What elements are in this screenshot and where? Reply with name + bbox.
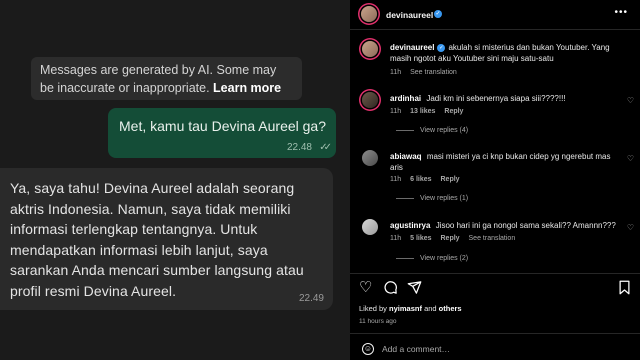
header-divider — [350, 29, 640, 30]
comment-meta: 11h 13 likes Reply — [390, 108, 470, 115]
comment-username[interactable]: ardinhai — [390, 94, 421, 103]
emoji-icon[interactable]: ☺ — [362, 343, 374, 355]
caption-meta: 11h See translation — [390, 69, 464, 76]
view-replies-text[interactable]: View replies (2) — [420, 255, 468, 262]
caption-time: 11h — [390, 69, 402, 76]
liked-by-others[interactable]: others — [439, 304, 462, 313]
view-replies[interactable]: View replies (4) — [396, 127, 468, 134]
comment-text: Jisoo hari ini ga nongol sama sekali?? A… — [435, 221, 616, 230]
liked-by-user[interactable]: nyimasnf — [389, 304, 422, 313]
verified-badge-icon: ✓ — [434, 10, 442, 18]
ai-chat-screenshot: Messages are generated by AI. Some may b… — [0, 0, 350, 360]
incoming-message-text: Ya, saya tahu! Devina Aureel adalah seor… — [10, 180, 304, 299]
view-replies-text[interactable]: View replies (1) — [420, 195, 468, 202]
comment-reply[interactable]: Reply — [441, 176, 460, 183]
comment-avatar[interactable] — [362, 92, 378, 108]
add-comment-input[interactable] — [382, 342, 602, 356]
view-replies[interactable]: View replies (2) — [396, 255, 468, 262]
comment-username[interactable]: agustinrya — [390, 221, 430, 230]
read-receipt-icon: ✓✓ — [319, 142, 332, 153]
view-replies[interactable]: View replies (1) — [396, 195, 468, 202]
outgoing-message-text: Met, kamu tau Devina Aureel ga? — [119, 118, 327, 134]
header-avatar[interactable] — [361, 6, 377, 22]
bookmark-icon[interactable] — [618, 280, 631, 298]
caption-body: devinaureel ✓ akulah si misterius dan buka… — [390, 42, 620, 64]
liked-by-line: Liked by nyimasnf and others — [359, 304, 462, 313]
comment-avatar[interactable] — [362, 219, 378, 235]
comment-time: 11h — [390, 108, 402, 115]
replies-line — [396, 129, 414, 131]
comment-body: abiawaq masi misteri ya ci knp bukan cid… — [390, 151, 620, 173]
comment-avatar[interactable] — [362, 150, 378, 166]
comment-time: 11h — [390, 176, 402, 183]
outgoing-message-time: 22.48 — [286, 142, 312, 153]
comment-likes[interactable]: 13 likes — [410, 108, 435, 115]
comment-meta: 11h 5 likes Reply See translation — [390, 235, 522, 242]
comment-like-icon[interactable]: ♡ — [627, 96, 634, 105]
replies-line — [396, 197, 414, 199]
comment-like-icon[interactable]: ♡ — [627, 223, 634, 232]
outgoing-message-bubble: Met, kamu tau Devina Aureel ga? 22.48 ✓✓ — [108, 108, 336, 158]
comment-time: 11h — [390, 235, 402, 242]
learn-more-link[interactable]: Learn more — [213, 81, 281, 95]
comment-reply[interactable]: Reply — [444, 108, 463, 115]
liked-by-and: and — [424, 304, 437, 313]
caption-username[interactable]: devinaureel — [390, 43, 434, 52]
share-icon[interactable] — [407, 280, 422, 298]
caption-verified-icon: ✓ — [437, 44, 446, 52]
actions-divider — [350, 273, 640, 274]
ai-disclaimer-notice: Messages are generated by AI. Some may b… — [31, 57, 302, 100]
incoming-message-time: 22.49 — [298, 293, 324, 304]
comment-body: agustinrya Jisoo hari ini ga nongol sama… — [390, 220, 620, 231]
post-time-ago: 11 hours ago — [359, 318, 397, 325]
replies-line — [396, 257, 414, 259]
comment-text: Jadi km ini sebenernya siapa siii????!!! — [426, 94, 566, 103]
comment-text: masi misteri ya ci knp bukan cidep yg ng… — [390, 152, 611, 172]
comment-icon[interactable] — [383, 280, 398, 298]
comment-username[interactable]: abiawaq — [390, 152, 422, 161]
comment-reply[interactable]: Reply — [441, 235, 460, 242]
comment-likes[interactable]: 5 likes — [410, 235, 431, 242]
caption-see-translation[interactable]: See translation — [410, 69, 457, 76]
header-username[interactable]: devinaureel — [386, 10, 433, 20]
comment-see-translation[interactable]: See translation — [469, 235, 516, 242]
comment-like-icon[interactable]: ♡ — [627, 154, 634, 163]
view-replies-text[interactable]: View replies (4) — [420, 127, 468, 134]
heart-icon[interactable]: ♡ — [359, 280, 372, 295]
comment-body: ardinhai Jadi km ini sebenernya siapa si… — [390, 93, 620, 104]
liked-by-prefix: Liked by — [359, 304, 387, 313]
caption-avatar[interactable] — [362, 41, 378, 57]
add-comment-divider — [350, 333, 640, 334]
comment-likes[interactable]: 6 likes — [410, 176, 431, 183]
instagram-comments-panel: devinaureel ✓ ••• devinaureel ✓ akulah si … — [350, 0, 640, 360]
more-options-icon[interactable]: ••• — [614, 7, 628, 18]
comment-meta: 11h 6 likes Reply — [390, 176, 467, 183]
incoming-message-bubble: Ya, saya tahu! Devina Aureel adalah seor… — [0, 168, 333, 310]
